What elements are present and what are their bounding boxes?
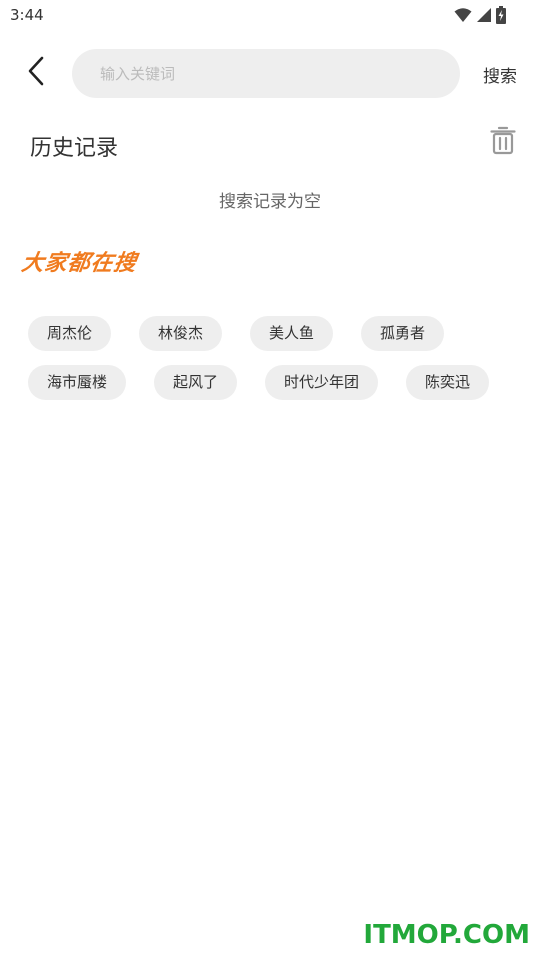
hot-tag[interactable]: 海市蜃楼 (28, 365, 127, 400)
search-box[interactable] (72, 49, 460, 98)
chevron-left-icon (27, 56, 45, 90)
status-icons (454, 6, 506, 24)
status-bar: 3:44 (0, 0, 540, 32)
trash-icon (490, 125, 516, 159)
back-button[interactable] (18, 52, 54, 94)
hot-tag[interactable]: 周杰伦 (28, 316, 112, 351)
cell-signal-icon (476, 7, 492, 23)
battery-charging-icon (496, 6, 506, 24)
search-screen: 3:44 搜索 历史记录 (0, 0, 540, 960)
watermark: ITMOP.COM (363, 920, 530, 950)
hot-tag[interactable]: 林俊杰 (139, 316, 223, 351)
search-button[interactable]: 搜索 (483, 62, 517, 87)
hot-tag[interactable]: 美人鱼 (250, 316, 334, 351)
hot-tag[interactable]: 孤勇者 (361, 316, 445, 351)
history-title: 历史记录 (30, 136, 119, 161)
hot-tag[interactable]: 时代少年团 (265, 365, 379, 400)
search-input[interactable] (100, 49, 440, 98)
history-empty-text: 搜索记录为空 (219, 192, 321, 212)
wifi-icon (454, 7, 472, 23)
hot-search-title: 大家都在搜 (19, 251, 139, 276)
clear-history-button[interactable] (488, 126, 518, 158)
status-time: 3:44 (10, 6, 44, 24)
hot-tag[interactable]: 陈奕迅 (406, 365, 490, 400)
hot-tag[interactable]: 起风了 (154, 365, 238, 400)
